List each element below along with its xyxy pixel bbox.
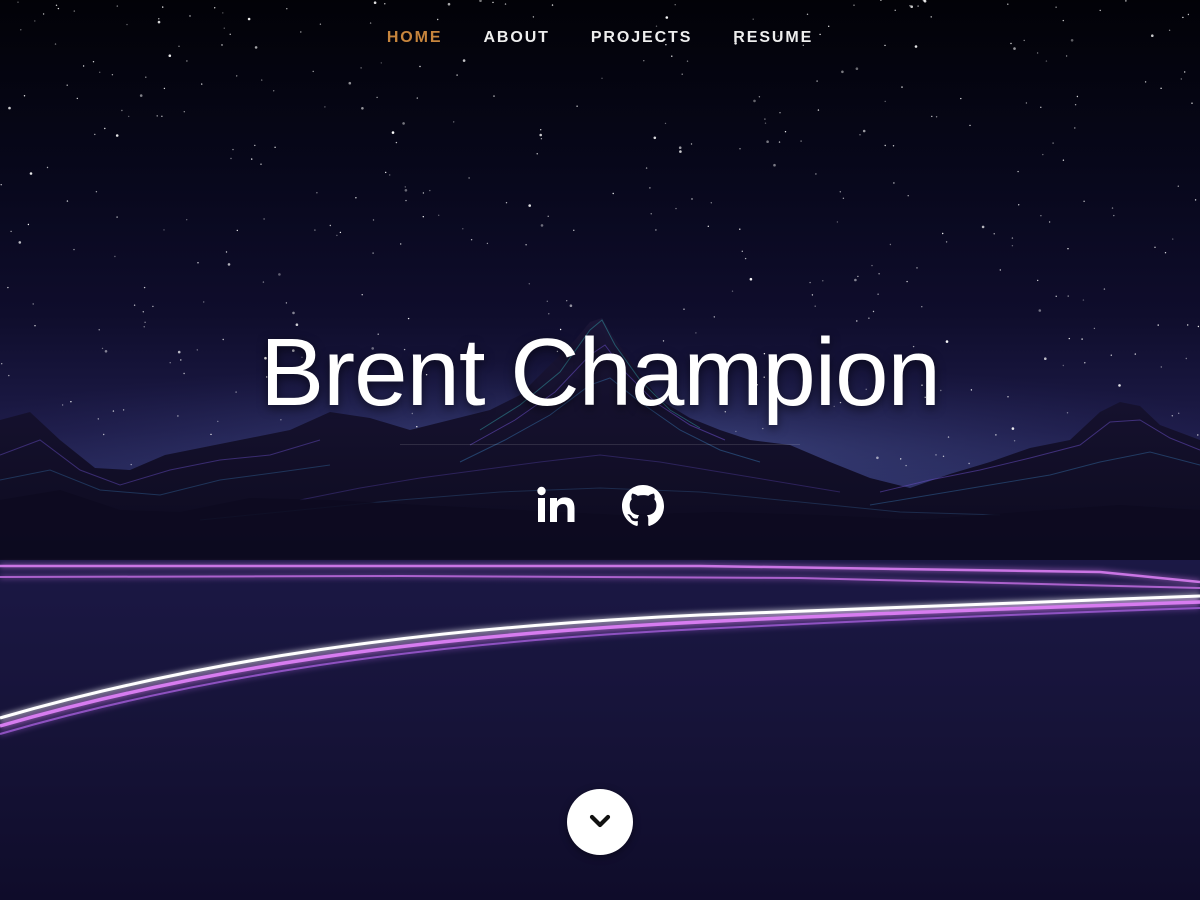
hero-divider: [400, 444, 800, 445]
scroll-down-button[interactable]: [567, 789, 633, 855]
nav-resume-link[interactable]: RESUME: [733, 26, 813, 50]
linkedin-icon: [537, 486, 575, 522]
chevron-down-icon: [589, 814, 611, 828]
github-link[interactable]: [622, 484, 664, 528]
main-nav: HOME ABOUT PROJECTS RESUME: [0, 26, 1200, 50]
hero-section: HOME ABOUT PROJECTS RESUME Brent Champio…: [0, 0, 1200, 900]
social-links: [0, 484, 1200, 528]
nav-about-link[interactable]: ABOUT: [483, 26, 549, 50]
nav-projects-link[interactable]: PROJECTS: [591, 26, 692, 50]
github-icon: [622, 485, 664, 526]
nav-home-link[interactable]: HOME: [387, 26, 443, 50]
hero-name: Brent Champion: [260, 319, 941, 426]
linkedin-link[interactable]: [536, 484, 578, 528]
background-image: [0, 0, 1200, 900]
